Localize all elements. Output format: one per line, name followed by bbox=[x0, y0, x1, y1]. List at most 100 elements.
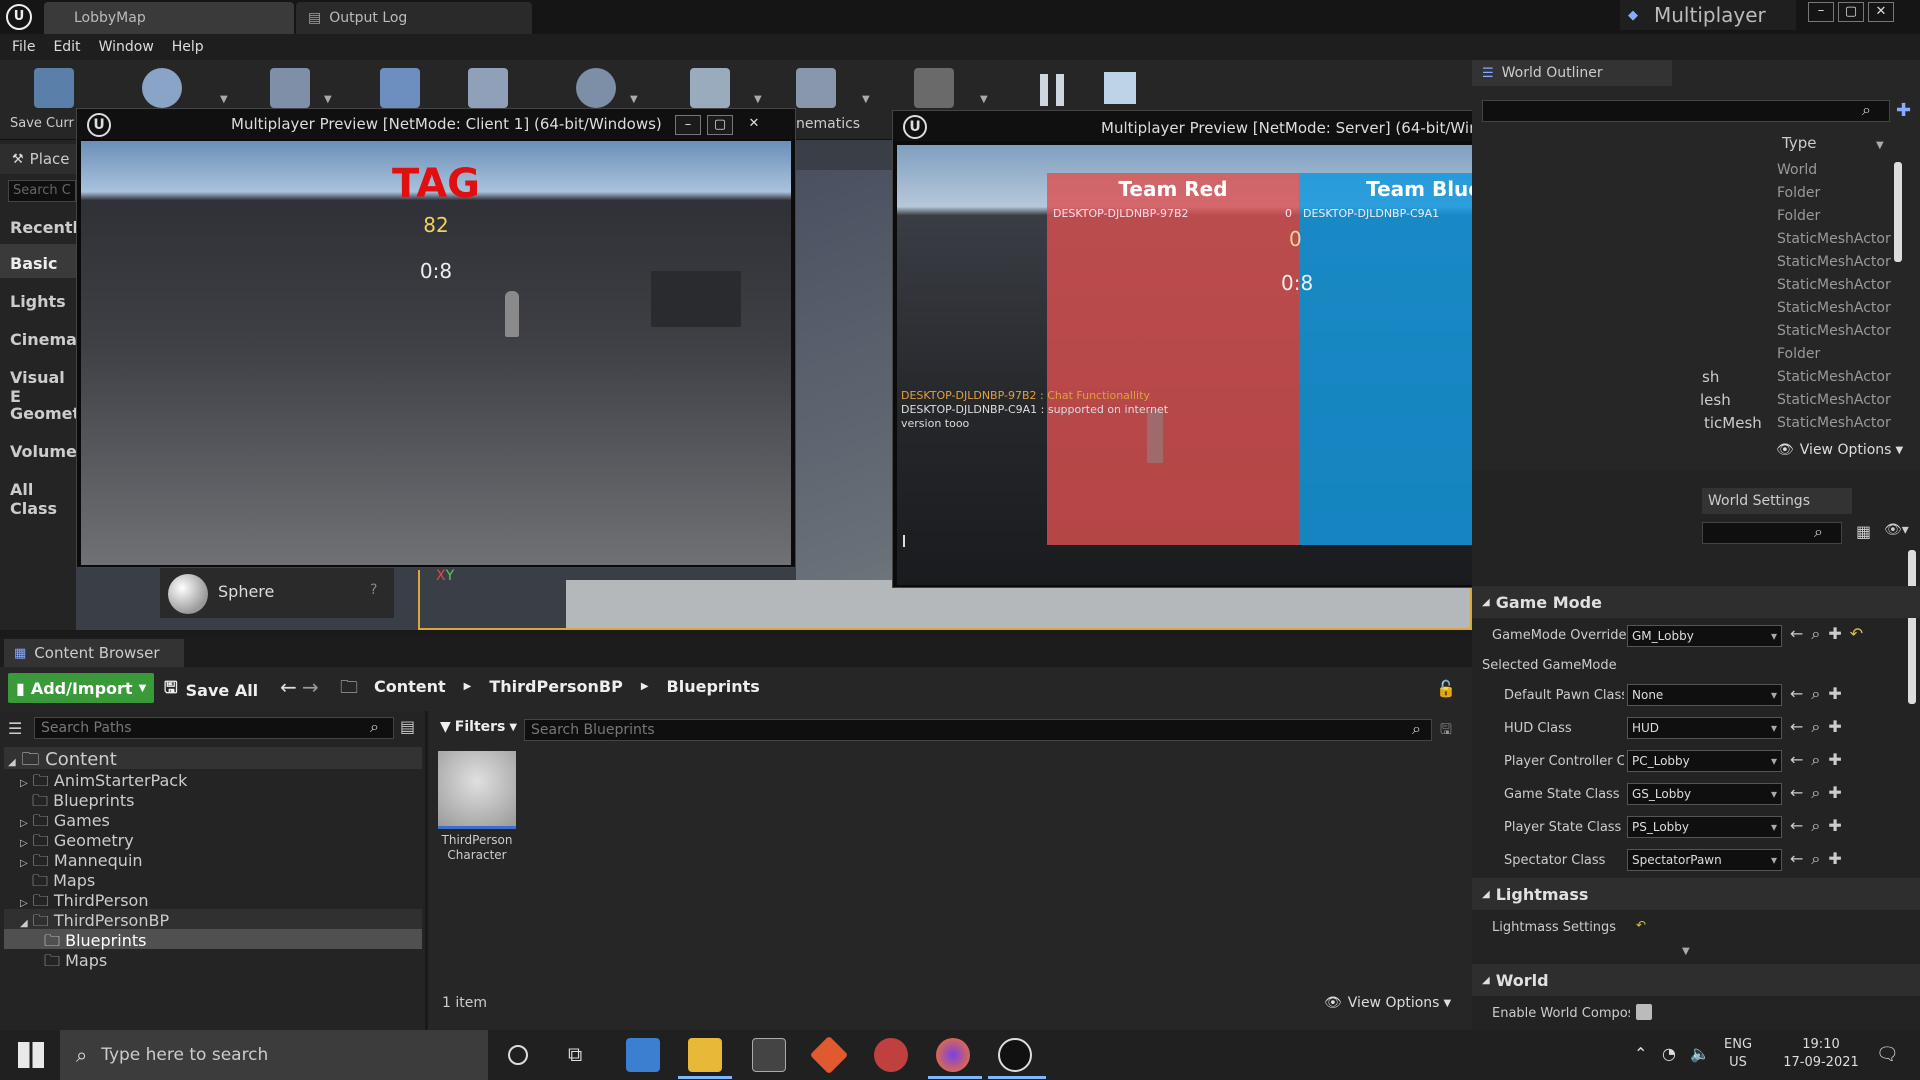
property-select[interactable]: PS_Lobby bbox=[1627, 816, 1782, 838]
sphere-item[interactable]: Sphere ? bbox=[160, 568, 394, 618]
search-icon[interactable]: ⌕ bbox=[370, 717, 379, 737]
maximize-button[interactable]: ▢ bbox=[707, 115, 733, 135]
property-actions[interactable]: ←⌕✚ bbox=[1790, 816, 1850, 836]
search-icon[interactable]: ⌕ bbox=[1412, 719, 1421, 739]
type-sort-icon[interactable]: ▼ bbox=[1876, 140, 1884, 151]
outliner-view-options-button[interactable]: 👁 View Options ▼ bbox=[1776, 442, 1903, 458]
chevron-down-icon[interactable]: ▼ bbox=[754, 94, 762, 105]
forward-arrow-icon[interactable]: → bbox=[302, 675, 319, 699]
sources-toggle-icon[interactable]: ☰ bbox=[8, 719, 22, 738]
property-select[interactable]: HUD bbox=[1627, 717, 1782, 739]
lightmass-settings-label[interactable]: Lightmass Settings bbox=[1492, 920, 1642, 935]
place-search-input[interactable]: Search C bbox=[8, 180, 76, 202]
search-icon[interactable]: ⌕ bbox=[1814, 522, 1823, 542]
minimize-button[interactable]: – bbox=[1808, 2, 1834, 22]
asset-tile[interactable]: ThirdPerson Character bbox=[438, 751, 516, 871]
outlook-icon[interactable] bbox=[626, 1038, 660, 1072]
settings-tools-icon[interactable] bbox=[270, 68, 310, 108]
world-outliner-tab[interactable]: ☰ World Outliner bbox=[1472, 60, 1672, 86]
outliner-actor-name[interactable]: lesh bbox=[1700, 391, 1731, 409]
property-actions[interactable]: ←⌕✚ bbox=[1790, 717, 1850, 737]
client-preview-window[interactable]: U Multiplayer Preview [NetMode: Client 1… bbox=[76, 108, 796, 568]
world-settings-tab[interactable]: World Settings bbox=[1702, 488, 1852, 514]
tray-chevron-up-icon[interactable]: ⌃ bbox=[1634, 1044, 1647, 1063]
asset-view-options-button[interactable]: 👁 View Options ▼ bbox=[1324, 995, 1451, 1011]
selected-gamemode-label[interactable]: Selected GameMode bbox=[1482, 658, 1632, 673]
menu-help[interactable]: Help bbox=[172, 39, 204, 55]
cinematics-icon[interactable] bbox=[796, 68, 836, 108]
chat-input-caret[interactable] bbox=[903, 535, 905, 547]
git-icon[interactable] bbox=[809, 1035, 849, 1075]
start-windows-icon[interactable] bbox=[18, 1042, 44, 1068]
lightmass-category[interactable]: ◢ Lightmass bbox=[1472, 878, 1920, 910]
tab-lobbymap[interactable]: LobbyMap bbox=[44, 2, 294, 34]
breadcrumb-item[interactable]: Blueprints bbox=[667, 677, 760, 696]
content-browser-tab[interactable]: ▦ Content Browser bbox=[4, 639, 184, 667]
chevron-down-icon[interactable]: ▼ bbox=[862, 94, 870, 105]
property-actions[interactable]: ←⌕✚ bbox=[1790, 684, 1850, 704]
mode-cinematic[interactable]: Cinemat bbox=[10, 330, 85, 349]
save-all-button[interactable]: 🖫 Save All bbox=[164, 677, 258, 704]
place-mode-tab[interactable]: ⚒ Place bbox=[0, 144, 76, 174]
tree-item[interactable]: 🗀 Maps bbox=[44, 950, 107, 977]
folder-icon[interactable]: 🗀 bbox=[340, 675, 358, 705]
search-paths-input[interactable]: Search Paths bbox=[34, 717, 394, 739]
volume-icon[interactable]: 🔈 bbox=[1690, 1044, 1710, 1063]
cortana-icon[interactable] bbox=[508, 1045, 528, 1065]
gamemode-override-actions[interactable]: ←⌕✚↶ bbox=[1790, 624, 1871, 644]
property-actions[interactable]: ←⌕✚ bbox=[1790, 783, 1850, 803]
mode-basic[interactable]: Basic bbox=[10, 254, 57, 273]
mode-lights[interactable]: Lights bbox=[10, 292, 66, 311]
expand-advanced-icon[interactable]: ▼ bbox=[1682, 946, 1690, 957]
menu-window[interactable]: Window bbox=[99, 39, 154, 55]
add-actor-icon[interactable]: ✚ bbox=[1896, 100, 1911, 121]
stop-button[interactable] bbox=[1104, 72, 1136, 104]
save-search-icon[interactable]: 🖫 bbox=[1440, 719, 1452, 743]
clock[interactable]: 19:10 17-09-2021 bbox=[1776, 1036, 1866, 1072]
unreal-engine-icon[interactable] bbox=[998, 1038, 1032, 1072]
property-matrix-icon[interactable]: ▦ bbox=[1856, 522, 1871, 541]
terminal-icon[interactable] bbox=[752, 1038, 786, 1072]
breadcrumb-item[interactable]: ThirdPersonBP bbox=[489, 677, 622, 696]
outliner-search-input[interactable] bbox=[1482, 100, 1890, 122]
gamemode-override-select[interactable]: GM_Lobby bbox=[1627, 625, 1782, 647]
property-select[interactable]: GS_Lobby bbox=[1627, 783, 1782, 805]
client-game-view[interactable]: TAG 82 0:8 bbox=[81, 141, 791, 565]
game-mode-category[interactable]: ◢ Game Mode bbox=[1472, 586, 1920, 618]
filters-button[interactable]: ▼ Filters ▼ bbox=[440, 719, 517, 735]
file-explorer-icon[interactable] bbox=[688, 1038, 722, 1072]
world-category[interactable]: ◢ World bbox=[1472, 964, 1920, 996]
maximize-button[interactable]: ▢ bbox=[1838, 2, 1864, 22]
chevron-down-icon[interactable]: ▼ bbox=[630, 94, 638, 105]
property-select[interactable]: PC_Lobby bbox=[1627, 750, 1782, 772]
list-view-icon[interactable]: ▤ bbox=[400, 717, 415, 736]
search-icon[interactable]: ⌕ bbox=[1862, 100, 1871, 120]
chevron-down-icon[interactable]: ▼ bbox=[220, 94, 228, 105]
asset-search-input[interactable]: Search Blueprints bbox=[524, 719, 1432, 741]
eye-icon[interactable]: 👁▾ bbox=[1884, 522, 1909, 538]
network-icon[interactable]: ◔ bbox=[1662, 1044, 1676, 1063]
property-actions[interactable]: ←⌕✚ bbox=[1790, 750, 1850, 770]
blueprints-icon[interactable] bbox=[576, 68, 616, 108]
notifications-icon[interactable]: 🗨 bbox=[1876, 1044, 1899, 1065]
marketplace-icon[interactable] bbox=[468, 68, 508, 108]
client-window-titlebar[interactable]: U Multiplayer Preview [NetMode: Client 1… bbox=[77, 109, 795, 139]
outliner-scrollbar[interactable] bbox=[1894, 162, 1902, 262]
add-import-button[interactable]: ▮ Add/Import ▼ bbox=[8, 673, 154, 703]
property-select[interactable]: None bbox=[1627, 684, 1782, 706]
mode-visual-effects[interactable]: Visual E bbox=[10, 368, 76, 406]
lock-icon[interactable]: 🔓 bbox=[1436, 679, 1456, 698]
taskbar-search-box[interactable]: ⌕ Type here to search bbox=[60, 1030, 488, 1080]
save-icon[interactable] bbox=[34, 68, 74, 108]
chevron-down-icon[interactable]: ▼ bbox=[980, 94, 988, 105]
details-scrollbar[interactable] bbox=[1908, 550, 1916, 704]
firefox-icon[interactable] bbox=[936, 1038, 970, 1072]
app-icon[interactable] bbox=[874, 1038, 908, 1072]
close-button[interactable]: ✕ bbox=[1868, 2, 1894, 22]
unreal-logo-icon[interactable]: U bbox=[6, 4, 32, 30]
close-button[interactable]: ✕ bbox=[741, 115, 767, 135]
language-indicator[interactable]: ENG US bbox=[1724, 1036, 1752, 1072]
mode-volumes[interactable]: Volumes bbox=[10, 442, 86, 461]
source-control-icon[interactable] bbox=[142, 68, 182, 108]
task-view-icon[interactable]: ⧉ bbox=[568, 1042, 582, 1066]
